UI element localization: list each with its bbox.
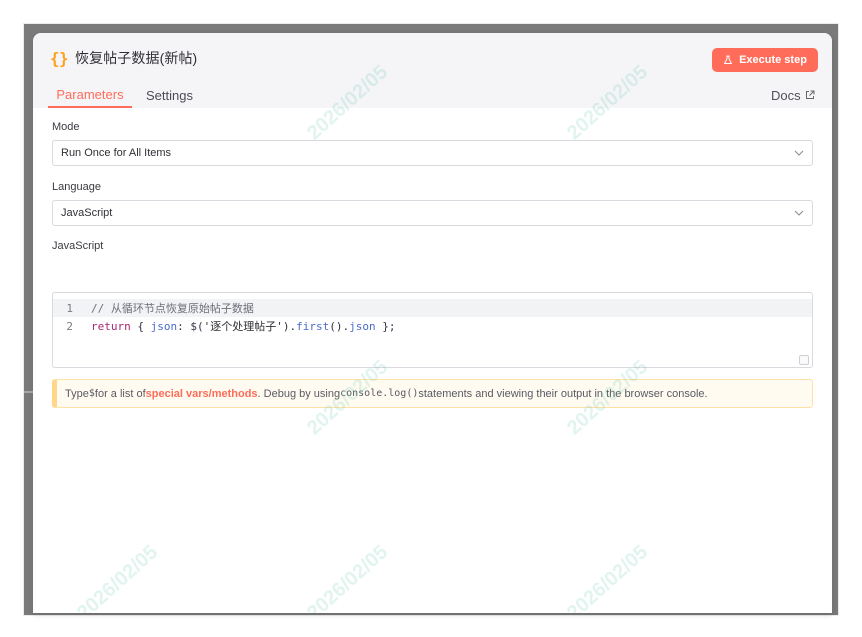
code-brace-close: }; <box>375 320 396 333</box>
chevron-down-icon <box>794 150 804 156</box>
execute-step-label: Execute step <box>739 54 807 66</box>
tab-parameters[interactable]: Parameters <box>48 83 132 108</box>
hint-mid1: for a list of <box>94 387 146 400</box>
mode-label: Mode <box>52 121 80 133</box>
line-number: 2 <box>66 319 73 333</box>
code-brace-open: { <box>130 320 151 333</box>
language-label: Language <box>52 181 101 193</box>
modal-header: {} 恢复帖子数据(新帖) Execute step Parameters Se… <box>33 33 832 108</box>
code-close-paren: ). <box>282 320 297 333</box>
parameter-tabs: Parameters Settings Docs <box>33 83 832 108</box>
code-label: JavaScript <box>52 240 104 252</box>
execute-step-button[interactable]: Execute step <box>712 48 818 72</box>
mode-value: Run Once for All Items <box>61 147 172 159</box>
resize-handle-icon[interactable] <box>799 355 809 365</box>
tab-settings[interactable]: Settings <box>146 83 193 108</box>
flask-icon <box>724 55 733 64</box>
code-colon: : $( <box>177 320 204 333</box>
node-title[interactable]: 恢复帖子数据(新帖) <box>75 48 197 68</box>
code-line: 1 // 从循环节点恢复原始帖子数据 <box>53 299 812 317</box>
braces-icon: {} <box>49 48 69 68</box>
code-call: (). <box>329 320 350 333</box>
screen: {} 恢复帖子数据(新帖) Execute step Parameters Se… <box>0 0 862 637</box>
code-hint-banner: Type $ for a list of special vars/method… <box>52 379 813 408</box>
code-editor[interactable]: 1 // 从循环节点恢复原始帖子数据 2 return { json: $('逐… <box>52 292 813 368</box>
code-string: '逐个处理帖子' <box>203 320 283 333</box>
code-comment: // 从循环节点恢复原始帖子数据 <box>91 302 254 315</box>
chevron-down-icon <box>794 210 804 216</box>
docs-label: Docs <box>771 88 801 103</box>
hint-prefix: Type <box>65 387 89 400</box>
line-number: 1 <box>66 301 73 315</box>
code-return-statement: return { json: $('逐个处理帖子').first().json … <box>91 318 396 334</box>
node-title-row: {} 恢复帖子数据(新帖) <box>49 48 197 68</box>
hint-mid2: . Debug by using <box>257 387 341 400</box>
language-select[interactable]: JavaScript <box>52 200 813 226</box>
code-first-method: first <box>296 320 330 333</box>
parameters-panel: Mode Run Once for All Items Language Jav… <box>33 108 832 613</box>
language-value: JavaScript <box>61 207 113 219</box>
code-keyword: return <box>91 320 131 333</box>
hint-console: console.log() <box>340 388 419 399</box>
special-vars-link[interactable]: special vars/methods <box>146 388 258 400</box>
code-line: 2 return { json: $('逐个处理帖子').first().jso… <box>53 317 812 335</box>
node-details-modal: {} 恢复帖子数据(新帖) Execute step Parameters Se… <box>33 33 832 613</box>
external-link-icon <box>805 90 815 99</box>
code-json-tail: json <box>349 320 376 333</box>
mode-select[interactable]: Run Once for All Items <box>52 140 813 166</box>
hint-suffix: statements and viewing their output in t… <box>418 387 708 400</box>
code-json-key: json <box>150 320 178 333</box>
docs-link[interactable]: Docs <box>771 83 815 108</box>
